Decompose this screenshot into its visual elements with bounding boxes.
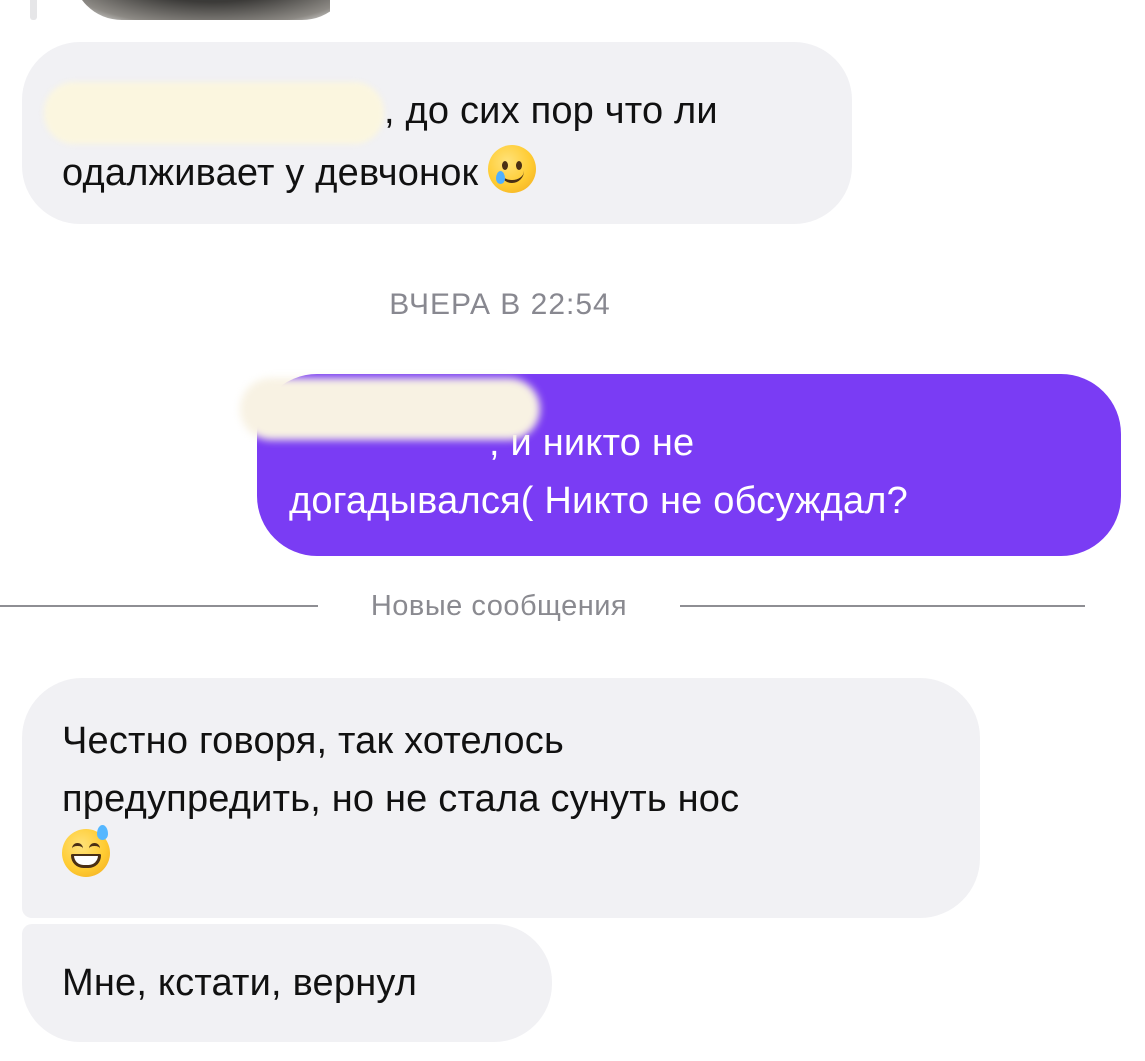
message-bubble-incoming[interactable]: Честно говоря, так хотелось предупредить… bbox=[22, 678, 980, 918]
redacted-name bbox=[240, 378, 540, 440]
message-bubble-incoming[interactable]: Мне, кстати, вернул bbox=[22, 924, 552, 1042]
message-text: , до сих пор что ли bbox=[384, 90, 718, 133]
divider-line-right bbox=[680, 605, 1085, 607]
message-line: Честно говоря, так хотелось bbox=[62, 712, 940, 770]
message-line: одалживает у девчонок bbox=[62, 144, 812, 202]
message-line bbox=[62, 825, 940, 886]
redacted-name bbox=[44, 82, 384, 144]
grinning-sweat-icon bbox=[62, 825, 110, 877]
new-messages-divider: Новые сообщения bbox=[370, 590, 628, 622]
message-text: Честно говоря, так хотелось bbox=[62, 720, 564, 762]
message-text: Мне, кстати, вернул bbox=[62, 962, 418, 1004]
message-timestamp: ВЧЕРА В 22:54 bbox=[389, 288, 611, 321]
message-line: , до сих пор что ли bbox=[44, 82, 812, 144]
message-line: предупредить, но не стала сунуть нос bbox=[62, 770, 940, 828]
photo-thumbnail[interactable] bbox=[72, 0, 330, 20]
message-text: одалживает у девчонок bbox=[62, 152, 479, 194]
message-line: Мне, кстати, вернул bbox=[62, 954, 512, 1012]
divider-line-left bbox=[0, 605, 318, 607]
message-text: предупредить, но не стала сунуть нос bbox=[62, 778, 740, 820]
message-bubble-incoming[interactable]: , до сих пор что ли одалживает у девчоно… bbox=[22, 42, 852, 224]
attachment-edge bbox=[30, 0, 37, 20]
message-line: догадывался( Никто не обсуждал? bbox=[289, 472, 1089, 530]
crying-smile-icon bbox=[488, 145, 537, 193]
previous-photo-attachment[interactable] bbox=[30, 0, 330, 20]
message-text: догадывался( Никто не обсуждал? bbox=[289, 480, 909, 522]
